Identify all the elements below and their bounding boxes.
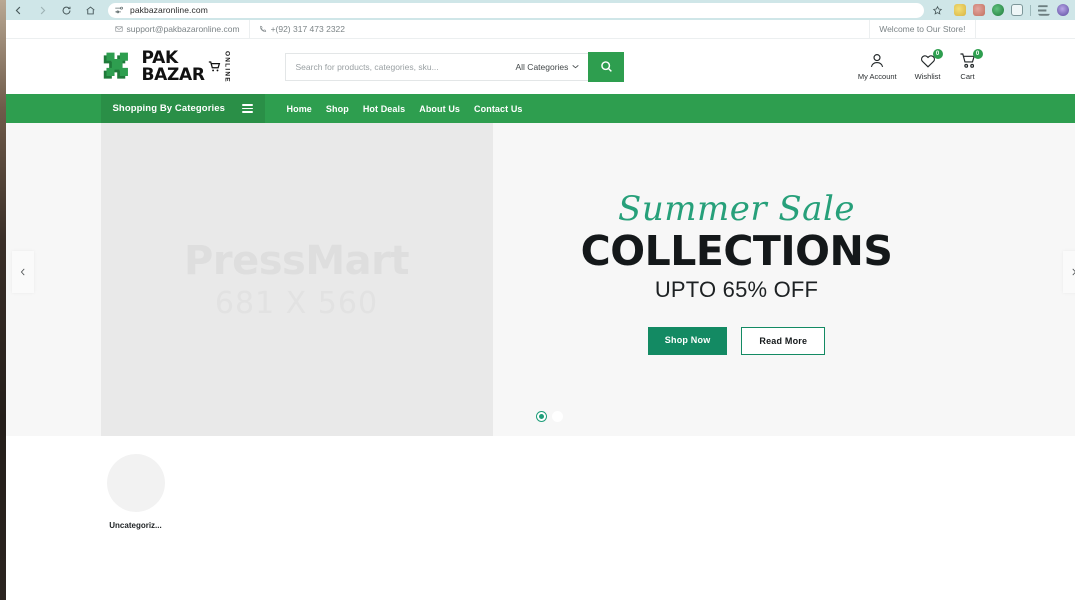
site-top-bar: support@pakbazaronline.com +(92) 317 473…	[6, 20, 1075, 39]
user-icon	[868, 52, 886, 70]
categories-button-label: Shopping By Categories	[112, 103, 226, 114]
extension-icon-1[interactable]	[954, 4, 966, 16]
heart-icon: 0	[919, 49, 943, 70]
slider-dot-2[interactable]	[552, 411, 563, 422]
extension-icon-4[interactable]	[1011, 4, 1023, 16]
my-account-label: My Account	[857, 72, 897, 81]
welcome-text: Welcome to Our Store!	[879, 24, 966, 34]
browser-toolbar: pakbazaronline.com	[0, 0, 1075, 20]
extension-icon-3[interactable]	[992, 4, 1004, 16]
phone-icon	[259, 25, 266, 32]
nav-item-hot-deals[interactable]: Hot Deals	[363, 104, 405, 114]
placeholder-name-text: PressMart	[184, 238, 409, 284]
bookmark-star-icon[interactable]	[924, 5, 950, 16]
profile-avatar-icon[interactable]	[1057, 4, 1069, 16]
shopping-by-categories-button[interactable]: Shopping By Categories	[100, 94, 265, 123]
category-name: Uncategoriz...	[109, 521, 162, 530]
slider-dot-1[interactable]	[536, 411, 547, 422]
search-button[interactable]	[588, 51, 625, 82]
search-input-wrapper[interactable]	[284, 52, 507, 81]
cart-label: Cart	[960, 72, 975, 81]
read-more-button[interactable]: Read More	[741, 326, 826, 355]
hero-subline: UPTO 65% OFF	[654, 276, 819, 302]
pakbazar-monogram-icon	[103, 52, 128, 79]
wishlist-label: Wishlist	[914, 72, 941, 81]
category-select[interactable]: All Categories	[506, 52, 589, 81]
browser-nav-buttons	[8, 1, 100, 19]
support-email[interactable]: support@pakbazaronline.com	[106, 20, 249, 39]
reload-icon[interactable]	[56, 1, 76, 19]
nav-item-about-us[interactable]: About Us	[419, 104, 460, 114]
main-navigation: Shopping By Categories Home Shop Hot Dea…	[6, 94, 1075, 123]
url-text: pakbazaronline.com	[130, 5, 208, 15]
toolbar-divider	[1030, 4, 1031, 16]
back-arrow-icon[interactable]	[8, 1, 28, 19]
web-page: support@pakbazaronline.com +(92) 317 473…	[6, 20, 1075, 600]
logo-online-text: ONLINE	[223, 50, 231, 83]
nav-item-contact-us[interactable]: Contact Us	[474, 104, 523, 114]
wishlist-badge: 0	[932, 49, 943, 59]
logo-bazar-text: BAZAR	[141, 64, 206, 85]
slider-prev-button[interactable]	[12, 251, 34, 293]
nav-menu: Home Shop Hot Deals About Us Contact Us	[287, 104, 523, 114]
search-icon	[601, 61, 612, 72]
chevron-left-icon	[20, 268, 25, 276]
slider-dots	[536, 411, 563, 422]
logo-text: PAK BAZAR ONLINE	[141, 50, 231, 85]
placeholder-dimension-text: 681 X 560	[214, 286, 379, 321]
address-bar[interactable]: pakbazaronline.com	[108, 2, 924, 18]
site-header: PAK BAZAR ONLINE All Categories	[6, 39, 1075, 94]
my-account-button[interactable]: My Account	[858, 52, 897, 81]
hero-buttons: Shop Now Read More	[647, 326, 826, 355]
hero-script-text: Summer Sale	[618, 189, 855, 230]
cart-button[interactable]: 0 Cart	[959, 49, 983, 81]
reading-list-icon[interactable]	[1038, 5, 1050, 16]
envelope-icon	[114, 26, 123, 32]
hero-text-block: Summer Sale COLLECTIONS UPTO 65% OFF Sho…	[493, 123, 981, 436]
home-icon[interactable]	[80, 1, 100, 19]
shopping-cart-logo-icon	[208, 61, 220, 72]
category-section: Uncategoriz...	[6, 436, 1075, 556]
nav-item-shop[interactable]: Shop	[326, 104, 349, 114]
slider-next-button[interactable]	[1063, 251, 1075, 293]
chevron-right-icon	[1072, 268, 1075, 276]
wishlist-button[interactable]: 0 Wishlist	[914, 49, 943, 81]
forward-arrow-icon[interactable]	[32, 1, 52, 19]
support-phone-text: +(92) 317 473 2322	[270, 24, 345, 34]
hamburger-menu-icon[interactable]	[241, 104, 253, 113]
extension-icon-2[interactable]	[973, 4, 985, 16]
search-area: All Categories	[284, 51, 625, 82]
site-logo[interactable]: PAK BAZAR ONLINE	[101, 50, 271, 84]
support-email-text: support@pakbazaronline.com	[126, 24, 240, 34]
welcome-message: Welcome to Our Store!	[869, 20, 976, 39]
category-card[interactable]: Uncategoriz...	[101, 454, 171, 530]
shop-now-button[interactable]: Shop Now	[647, 326, 728, 355]
cart-badge: 0	[972, 49, 983, 59]
chevron-down-icon	[572, 65, 579, 69]
window-edge-strip	[0, 0, 6, 600]
header-actions: My Account 0 Wishlist 0 Cart	[858, 49, 983, 81]
category-image	[106, 454, 165, 512]
category-select-label: All Categories	[515, 61, 569, 72]
hero-slider: PressMart 681 X 560 Summer Sale COLLECTI…	[6, 123, 1075, 436]
hero-placeholder-image: PressMart 681 X 560	[100, 123, 493, 436]
extension-icons	[954, 4, 1069, 16]
site-settings-icon[interactable]	[114, 5, 124, 15]
support-phone[interactable]: +(92) 317 473 2322	[248, 20, 354, 39]
cart-icon: 0	[959, 49, 983, 70]
nav-item-home[interactable]: Home	[287, 104, 312, 114]
search-input[interactable]	[295, 61, 497, 72]
hero-headline: COLLECTIONS	[580, 227, 893, 276]
